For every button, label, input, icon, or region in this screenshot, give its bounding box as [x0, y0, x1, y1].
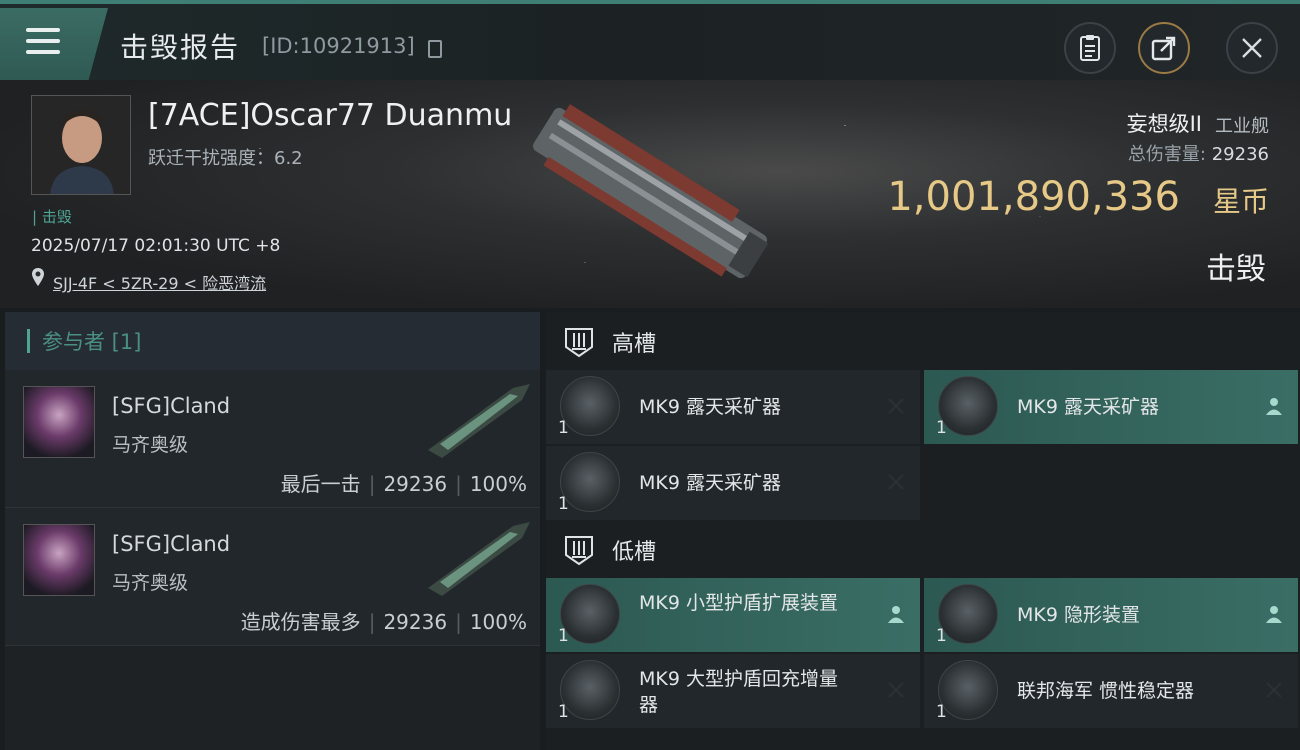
pilot-avatar	[32, 96, 130, 194]
attacker-ship: 马齐奥级	[112, 572, 189, 594]
kill-timestamp: 2025/07/17 02:01:30 UTC +8	[31, 236, 281, 256]
isk-value: 1,001,890,336	[887, 174, 1180, 220]
cloaking-device-icon	[938, 584, 998, 644]
attacker-stats: 造成伤害最多 | 29236 | 100%	[240, 610, 527, 634]
total-damage: 总伤害量: 29236	[1127, 144, 1269, 165]
shield-extender-icon	[560, 584, 620, 644]
participants-header: 参与者 [1]	[5, 312, 540, 370]
destroyed-icon	[888, 398, 904, 414]
clipboard-icon	[1080, 35, 1100, 61]
warp-disruption: 跃迁干扰强度：6.2	[148, 148, 303, 169]
module-slot[interactable]: 1 MK9 露天采矿器	[924, 370, 1298, 444]
clipboard-button[interactable]	[1064, 22, 1116, 74]
ship-class: 工业舰	[1215, 116, 1269, 137]
high-slot-header: 高槽	[546, 312, 1300, 372]
status-badge: | 击毁	[32, 208, 72, 226]
victim-banner: [7ACE]Oscar77 Duanmu 跃迁干扰强度：6.2 | 击毁 202…	[0, 80, 1300, 308]
dropped-person-icon	[1266, 606, 1282, 623]
participants-panel: 参与者 [1] [SFG]Cland 马齐奥级 最后一击 | 29236 | 100% …	[5, 312, 540, 750]
isk-unit: 星币	[1212, 185, 1269, 218]
attacker-ship: 马齐奥级	[112, 434, 189, 456]
mining-laser-icon	[560, 452, 620, 512]
attacker-avatar[interactable]	[23, 386, 95, 458]
destroyed-icon	[888, 682, 904, 698]
inertial-stabilizer-icon	[938, 660, 998, 720]
victim-portrait[interactable]	[31, 95, 131, 195]
attacker-ship-icon	[428, 522, 530, 596]
mining-laser-icon	[560, 376, 620, 436]
page-title: 击毁报告	[120, 31, 241, 64]
attacker-stats: 最后一击 | 29236 | 100%	[280, 472, 527, 496]
module-slot[interactable]: 1 MK9 隐形装置	[924, 578, 1298, 652]
destroyed-icon	[1266, 682, 1282, 698]
location-pin-icon	[32, 268, 44, 286]
destroyed-icon	[888, 474, 904, 490]
report-id: [ID:10921913]	[262, 34, 415, 58]
high-slot-icon	[565, 328, 593, 358]
dropped-person-icon	[1266, 398, 1282, 415]
attacker-avatar[interactable]	[23, 524, 95, 596]
low-slot-icon	[565, 536, 593, 566]
attacker-ship-icon	[428, 384, 530, 458]
module-slot[interactable]: 1 MK9 大型护盾回充增量器	[546, 654, 920, 728]
kill-status: 击毁	[1206, 252, 1266, 287]
shield-recharger-icon	[560, 660, 620, 720]
ship-render	[533, 104, 769, 279]
close-button[interactable]	[1226, 22, 1278, 74]
menu-icon	[26, 28, 60, 56]
attacker-name: [SFG]Cland	[112, 532, 231, 556]
location-link[interactable]: SJJ-4F < 5ZR-29 < 险恶湾流	[53, 270, 266, 294]
copy-icon[interactable]	[428, 40, 442, 58]
fitting-panel: 高槽 1 MK9 露天采矿器 1 MK9 露天采矿器 1 MK9 露天采矿器 低…	[546, 312, 1300, 750]
participant-row[interactable]: [SFG]Cland 马齐奥级 最后一击 | 29236 | 100%	[5, 370, 540, 508]
module-slot[interactable]: 1 MK9 小型护盾扩展装置	[546, 578, 920, 652]
module-slot[interactable]: 1 MK9 露天采矿器	[546, 446, 920, 520]
close-icon	[1242, 38, 1262, 58]
share-icon	[1151, 36, 1176, 61]
title-bar: 击毁报告 [ID:10921913]	[0, 0, 1300, 80]
share-button[interactable]	[1138, 22, 1190, 74]
attacker-name: [SFG]Cland	[112, 394, 231, 418]
menu-button[interactable]	[0, 8, 108, 80]
victim-name[interactable]: [7ACE]Oscar77 Duanmu	[148, 98, 512, 133]
module-slot[interactable]: 1 联邦海军 惯性稳定器	[924, 654, 1298, 728]
participant-row[interactable]: [SFG]Cland 马齐奥级 造成伤害最多 | 29236 | 100%	[5, 508, 540, 646]
ship-name[interactable]: 妄想级II	[1127, 108, 1202, 138]
mining-laser-icon	[938, 376, 998, 436]
dropped-person-icon	[888, 606, 904, 623]
low-slot-header: 低槽	[546, 520, 1300, 580]
module-slot[interactable]: 1 MK9 露天采矿器	[546, 370, 920, 444]
